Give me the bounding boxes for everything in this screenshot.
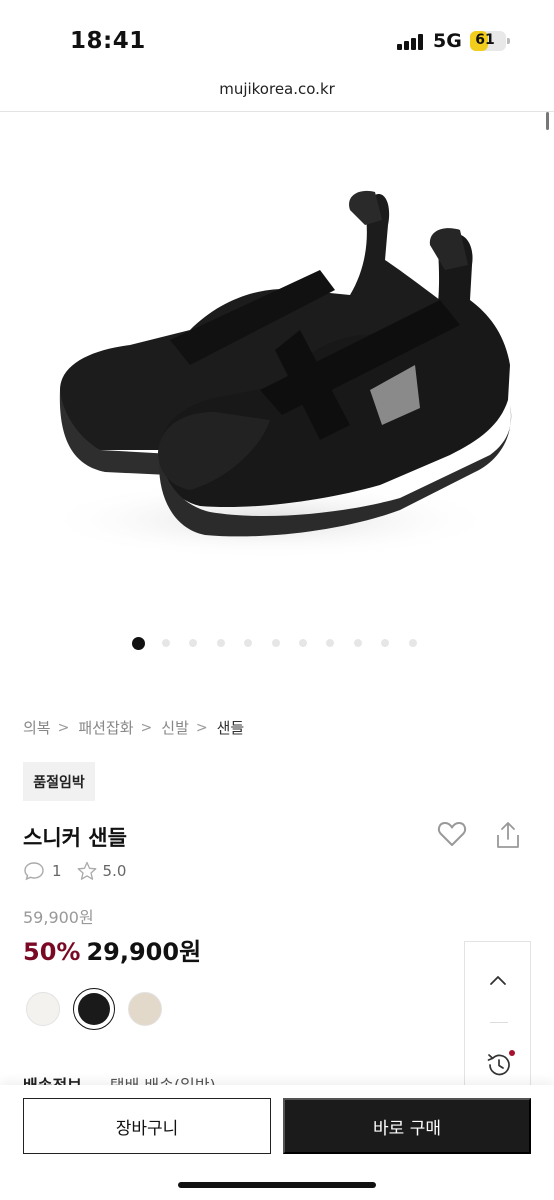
status-time: 18:41 bbox=[70, 28, 146, 54]
star-icon bbox=[77, 861, 96, 880]
color-swatches bbox=[26, 988, 179, 1030]
rating-row[interactable]: 1 5.0 bbox=[23, 860, 126, 882]
battery-icon: 61 bbox=[470, 31, 510, 51]
home-indicator[interactable] bbox=[178, 1182, 376, 1188]
carousel-dot[interactable] bbox=[244, 639, 253, 647]
carousel-dots[interactable] bbox=[132, 636, 436, 650]
comment-icon bbox=[24, 862, 44, 881]
scroll-top-button[interactable] bbox=[487, 972, 509, 986]
sale-price-row: 50% 29,900원 bbox=[23, 932, 201, 967]
carousel-dot[interactable] bbox=[216, 639, 225, 647]
share-icon bbox=[497, 822, 519, 848]
breadcrumb-item-clothing[interactable]: 의복 bbox=[23, 717, 51, 738]
share-button[interactable] bbox=[494, 820, 522, 850]
carousel-dot[interactable] bbox=[353, 639, 362, 647]
buy-now-button[interactable]: 바로 구매 bbox=[283, 1098, 531, 1154]
notification-dot bbox=[509, 1050, 515, 1056]
carousel-dot[interactable] bbox=[408, 639, 417, 647]
selected-swatch-ring[interactable] bbox=[73, 988, 115, 1030]
chevron-right-icon: > bbox=[195, 719, 208, 736]
add-to-cart-button[interactable]: 장바구니 bbox=[23, 1098, 271, 1154]
signal-icon bbox=[397, 34, 425, 50]
carousel-dot[interactable] bbox=[381, 639, 390, 647]
breadcrumb-item-fashion[interactable]: 패션잡화 bbox=[78, 717, 133, 738]
floating-side-panel bbox=[464, 941, 531, 1097]
product-title: 스니커 샌들 bbox=[23, 826, 127, 850]
breadcrumb: 의복 > 패션잡화 > 신발 > 샌들 bbox=[23, 717, 244, 738]
url-text: mujikorea.co.kr bbox=[219, 80, 335, 98]
color-swatch-white[interactable] bbox=[26, 992, 60, 1026]
panel-divider bbox=[490, 1022, 508, 1023]
battery-level: 61 bbox=[475, 32, 495, 48]
review-count: 1 bbox=[52, 862, 62, 880]
breadcrumb-item-sandals[interactable]: 샌들 bbox=[217, 717, 245, 738]
wishlist-button[interactable] bbox=[436, 818, 468, 850]
status-badge: 품절임박 bbox=[23, 762, 95, 801]
bottom-action-bar: 장바구니 바로 구매 bbox=[0, 1085, 554, 1200]
chevron-right-icon: > bbox=[140, 719, 153, 736]
color-swatch-beige[interactable] bbox=[128, 992, 162, 1026]
discount-rate: 50% bbox=[23, 938, 81, 966]
carousel-dot[interactable] bbox=[162, 639, 170, 647]
color-swatch-black[interactable] bbox=[78, 993, 110, 1025]
chevron-right-icon: > bbox=[57, 719, 70, 736]
status-bar: 18:41 5G 61 bbox=[0, 0, 554, 74]
carousel-dot[interactable] bbox=[132, 636, 145, 650]
rating-value: 5.0 bbox=[102, 862, 127, 880]
sandal-illustration bbox=[40, 190, 512, 560]
carousel-dot[interactable] bbox=[298, 639, 307, 647]
breadcrumb-item-shoes[interactable]: 신발 bbox=[161, 717, 189, 738]
scrollbar-thumb[interactable] bbox=[546, 112, 549, 130]
url-bar[interactable]: mujikorea.co.kr bbox=[0, 80, 554, 110]
carousel-dot[interactable] bbox=[189, 639, 198, 647]
chevron-up-icon bbox=[490, 976, 506, 985]
original-price: 59,900원 bbox=[23, 908, 94, 927]
heart-icon bbox=[437, 822, 467, 846]
sale-price: 29,900원 bbox=[86, 938, 202, 966]
carousel-dot[interactable] bbox=[326, 639, 335, 647]
network-label: 5G bbox=[433, 30, 462, 52]
carousel-dot[interactable] bbox=[271, 639, 280, 647]
product-image[interactable] bbox=[20, 150, 534, 570]
url-divider bbox=[0, 111, 554, 112]
